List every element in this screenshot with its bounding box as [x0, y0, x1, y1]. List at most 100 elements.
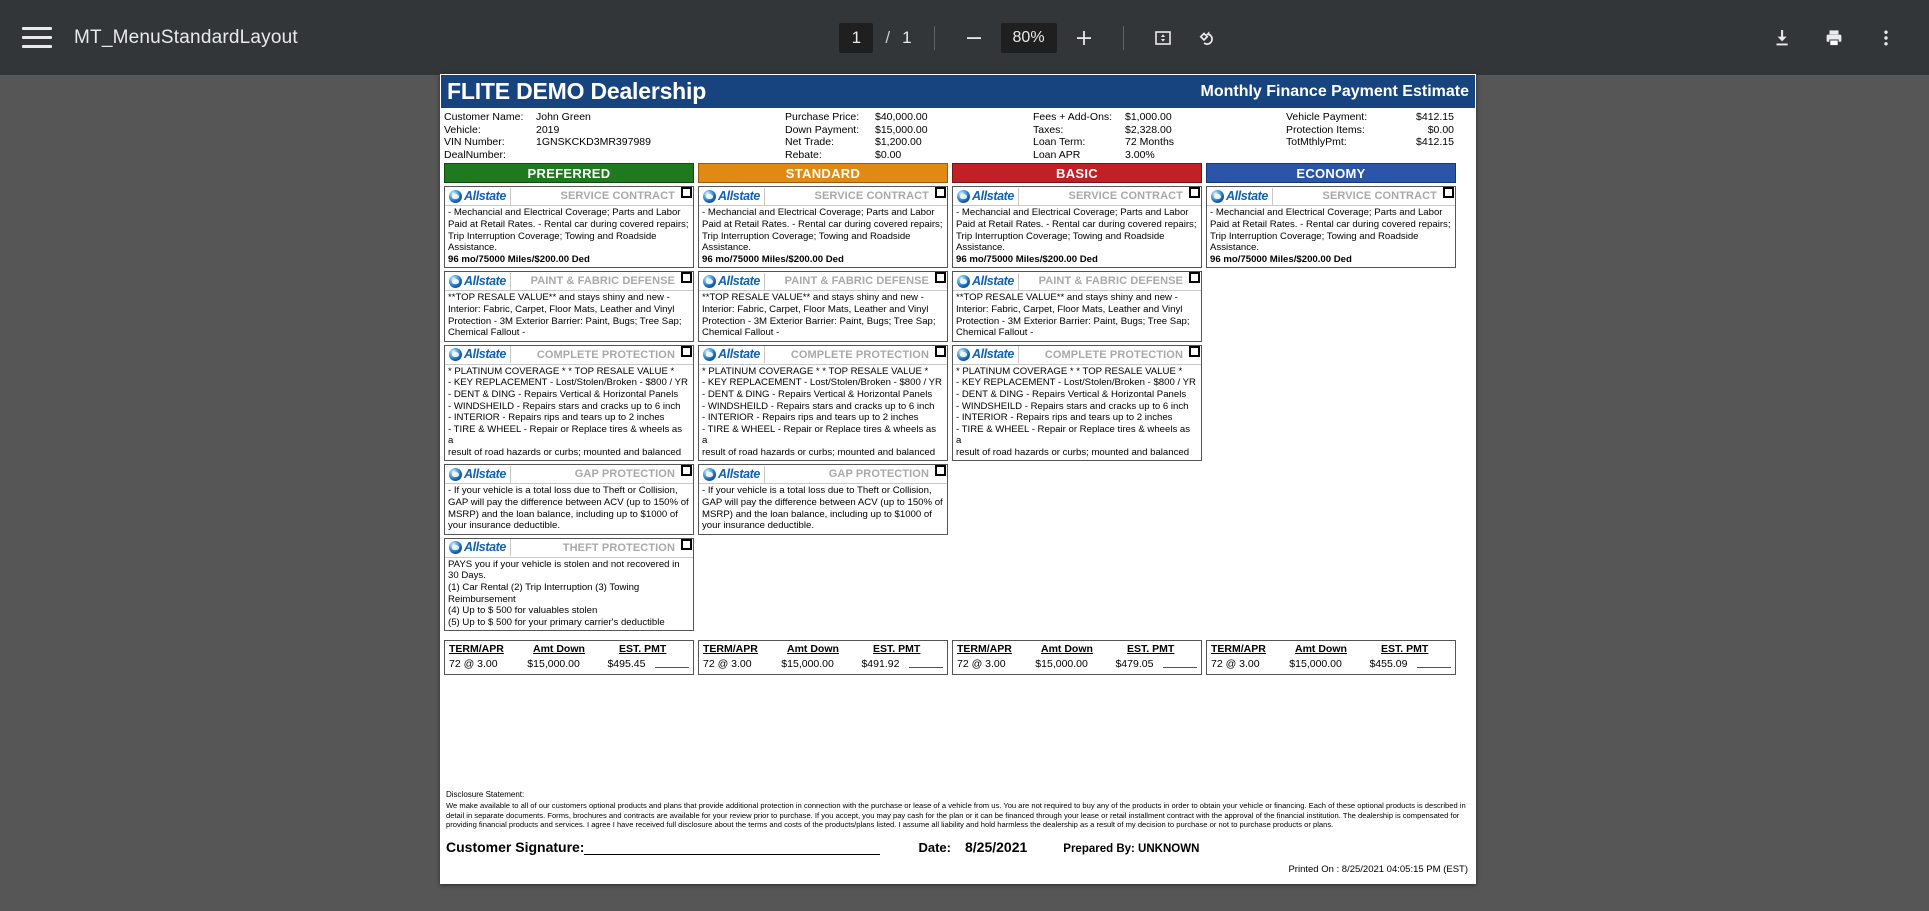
term-value-est-pmt: $479.05 — [1115, 658, 1154, 671]
product-card-gap-protection[interactable]: Allstate GAP PROTECTION - If your vehicle … — [444, 464, 694, 535]
product-description: * PLATINUM COVERAGE * * TOP RESALE VALUE… — [699, 365, 947, 461]
fit-to-page-icon[interactable] — [1146, 21, 1180, 55]
product-checkbox[interactable] — [681, 187, 692, 199]
info-row: Protection Items: $0.00 — [1286, 124, 1472, 137]
page-number-input[interactable]: 1 — [839, 22, 874, 53]
term-initials-line[interactable] — [655, 658, 689, 669]
product-description-line: - Mechancial and Electrical Coverage; Pa… — [1210, 207, 1451, 254]
toolbar-divider-2 — [1122, 25, 1124, 50]
term-summary-row: TERM/APR Amt Down EST. PMT 72 @ 3.00 $15,000… — [440, 640, 1476, 676]
product-card-complete-protection[interactable]: Allstate COMPLETE PROTECTION * PLATINUM CO… — [698, 344, 948, 462]
disclosure-label: Disclosure Statement: — [446, 790, 525, 800]
info-row: Loan APR 3.00% — [1033, 149, 1286, 162]
document-footer: Disclosure Statement: We make available … — [440, 790, 1476, 875]
term-value-term-apr: 72 @ 3.00 — [703, 658, 752, 671]
product-description-line: - INTERIOR - Repairs rips and tears up t… — [702, 412, 919, 424]
more-vertical-icon[interactable] — [1869, 21, 1903, 55]
allstate-logo: Allstate — [445, 272, 511, 290]
allstate-logo: Allstate — [1207, 187, 1273, 205]
product-description: * PLATINUM COVERAGE * * TOP RESALE VALUE… — [953, 365, 1201, 461]
term-header-term-apr: TERM/APR — [449, 643, 533, 655]
term-initials-line[interactable] — [909, 658, 943, 669]
allstate-wordmark: Allstate — [464, 347, 506, 362]
product-card-complete-protection[interactable]: Allstate COMPLETE PROTECTION * PLATINUM CO… — [952, 344, 1202, 462]
info-value: 1GNSKCKD3MR397989 — [536, 136, 651, 149]
product-checkbox[interactable] — [935, 345, 946, 357]
allstate-logo: Allstate — [699, 346, 765, 364]
allstate-logo: Allstate — [445, 465, 511, 483]
product-description-line: - Mechancial and Electrical Coverage; Pa… — [956, 207, 1197, 254]
product-description-line: - If your vehicle is a total loss due to… — [702, 485, 943, 532]
product-title: THEFT PROTECTION — [562, 541, 675, 554]
product-card-service-contract[interactable]: Allstate SERVICE CONTRACT - Mechancial and… — [1206, 186, 1456, 269]
document-title: MT_MenuStandardLayout — [74, 26, 298, 48]
product-checkbox[interactable] — [935, 272, 946, 284]
term-header-term-apr: TERM/APR — [1211, 643, 1295, 655]
product-checkbox[interactable] — [1443, 187, 1454, 199]
product-description-line: **TOP RESALE VALUE** and stays shiny and… — [702, 292, 936, 339]
plan-header-basic: BASIC — [952, 163, 1202, 184]
term-value-term-apr: 72 @ 3.00 — [449, 658, 498, 671]
allstate-hands-icon — [957, 348, 970, 362]
term-header-est-pmt-text: EST. PMT — [873, 643, 921, 656]
download-icon[interactable] — [1765, 21, 1799, 55]
print-icon[interactable] — [1817, 21, 1851, 55]
info-label: Purchase Price: — [785, 111, 860, 123]
allstate-hands-icon — [449, 348, 462, 362]
info-value: $1,200.00 — [875, 136, 922, 149]
product-card-paint-fabric[interactable]: Allstate PAINT & FABRIC DEFENSE **TOP RESA… — [952, 271, 1202, 342]
product-description: - Mechancial and Electrical Coverage; Pa… — [1207, 206, 1455, 267]
allstate-logo: Allstate — [445, 346, 511, 364]
product-checkbox[interactable] — [681, 272, 692, 284]
product-term: 96 mo/75000 Miles/$200.00 Ded — [1210, 253, 1352, 265]
rotate-icon[interactable] — [1190, 21, 1224, 55]
info-value: $0.00 — [1427, 123, 1454, 136]
info-row: Taxes: $2,328.00 — [1033, 124, 1286, 137]
allstate-logo: Allstate — [953, 346, 1019, 364]
product-description-line: (1) Car Rental (2) Trip Interruption (3)… — [448, 582, 640, 605]
term-header-amt-down-text: Amt Down — [533, 643, 585, 656]
product-card-header: Allstate GAP PROTECTION — [699, 465, 947, 485]
plan-header-economy: ECONOMY — [1206, 163, 1456, 184]
product-checkbox[interactable] — [681, 465, 692, 477]
product-description: **TOP RESALE VALUE** and stays shiny and… — [699, 291, 947, 340]
zoom-level-display[interactable]: 80% — [1000, 22, 1057, 53]
zoom-in-button[interactable] — [1067, 21, 1101, 55]
info-column-payment: Vehicle Payment: $412.15 Protection Items:… — [1286, 111, 1472, 161]
product-checkbox[interactable] — [935, 187, 946, 199]
info-label: Rebate: — [785, 148, 822, 161]
product-checkbox[interactable] — [935, 465, 946, 477]
product-card-service-contract[interactable]: Allstate SERVICE CONTRACT - Mechancial and… — [444, 186, 694, 269]
term-header-row: TERM/APR Amt Down EST. PMT — [957, 643, 1197, 655]
product-term: 96 mo/75000 Miles/$200.00 Ded — [956, 253, 1098, 265]
plan-header-standard: STANDARD — [698, 163, 948, 184]
product-card-complete-protection[interactable]: Allstate COMPLETE PROTECTION * PLATINUM CO… — [444, 344, 694, 462]
product-card-paint-fabric[interactable]: Allstate PAINT & FABRIC DEFENSE **TOP RESA… — [444, 271, 694, 342]
product-description-line: - DENT & DING - Repairs Vertical & Horiz… — [448, 388, 679, 400]
term-header-est-pmt: EST. PMT — [1381, 643, 1428, 655]
signature-line[interactable] — [584, 841, 881, 856]
product-card-service-contract[interactable]: Allstate SERVICE CONTRACT - Mechancial and… — [952, 186, 1202, 269]
product-card-gap-protection[interactable]: Allstate GAP PROTECTION - If your vehicle … — [698, 464, 948, 535]
product-card-service-contract[interactable]: Allstate SERVICE CONTRACT - Mechancial and… — [698, 186, 948, 269]
info-row: Down Payment: $15,000.00 — [785, 124, 1033, 137]
allstate-hands-icon — [449, 467, 462, 481]
product-checkbox[interactable] — [1189, 187, 1200, 199]
term-initials-line[interactable] — [1163, 658, 1197, 669]
allstate-wordmark: Allstate — [1226, 188, 1268, 203]
document-subtitle: Monthly Finance Payment Estimate — [1200, 82, 1469, 100]
product-description-line: - DENT & DING - Repairs Vertical & Horiz… — [702, 388, 933, 400]
product-description-line: - WINDSHEILD - Repairs stars and cracks … — [448, 400, 681, 412]
product-title: SERVICE CONTRACT — [1322, 190, 1437, 203]
hamburger-menu-icon[interactable] — [22, 23, 52, 53]
product-checkbox[interactable] — [1189, 345, 1200, 357]
product-checkbox[interactable] — [681, 538, 692, 550]
info-label: TotMthlyPmt: — [1286, 136, 1347, 149]
product-checkbox[interactable] — [1189, 272, 1200, 284]
zoom-out-button[interactable] — [957, 21, 991, 55]
product-checkbox[interactable] — [681, 345, 692, 357]
product-card-theft-protection[interactable]: Allstate THEFT PROTECTION PAYS you if your… — [444, 537, 694, 632]
product-card-paint-fabric[interactable]: Allstate PAINT & FABRIC DEFENSE **TOP RESA… — [698, 271, 948, 342]
term-initials-line[interactable] — [1417, 658, 1451, 669]
pdf-viewer-canvas[interactable]: FLITE DEMO Dealership Monthly Finance Pa… — [0, 74, 1929, 911]
